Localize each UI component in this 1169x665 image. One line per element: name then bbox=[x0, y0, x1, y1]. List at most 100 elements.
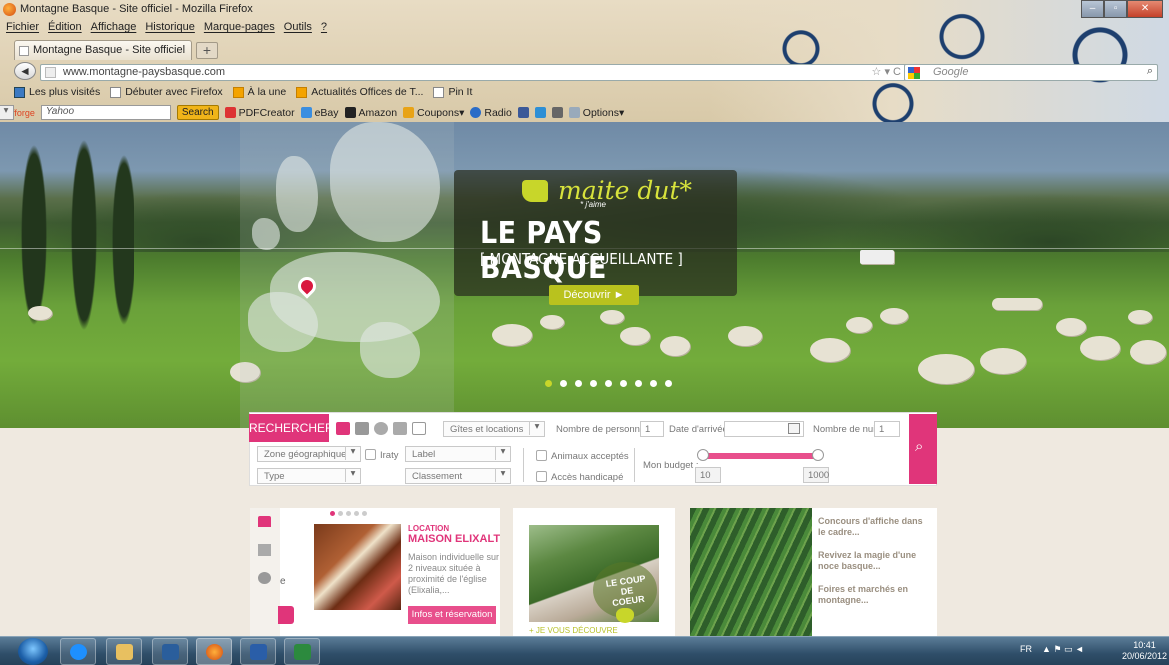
building-icon[interactable] bbox=[355, 422, 369, 435]
bookmark-actualites[interactable]: Actualités Offices de T... bbox=[296, 86, 423, 98]
slide-dot[interactable] bbox=[545, 380, 552, 387]
slide-dot[interactable] bbox=[575, 380, 582, 387]
url-bar[interactable]: www.montagne-paysbasque.com ☆ ▾ C bbox=[40, 64, 908, 81]
menu-bar: Fichier Édition Affichage Historique Mar… bbox=[0, 21, 327, 37]
ebay-item[interactable]: eBay bbox=[300, 107, 339, 119]
radio-item[interactable]: Radio bbox=[470, 107, 512, 119]
taskbar-media[interactable] bbox=[152, 638, 188, 665]
search-icon[interactable]: ⌕ bbox=[1147, 65, 1153, 78]
news-item[interactable]: Foires et marchés en montagne... bbox=[818, 584, 930, 606]
web-page: maite dut* * j'aime LE PAYS BASQUE [ MON… bbox=[0, 122, 1169, 636]
calendar-icon[interactable] bbox=[412, 422, 426, 435]
classement-select[interactable]: Classement bbox=[405, 468, 511, 484]
bookmark-a-la-une[interactable]: À la une bbox=[232, 86, 286, 98]
bookmark-debuter-firefox[interactable]: Débuter avec Firefox bbox=[110, 86, 223, 98]
taskbar-excel[interactable] bbox=[284, 638, 320, 665]
search-bar[interactable]: Google ⌕ bbox=[904, 64, 1158, 81]
label-select[interactable]: Label bbox=[405, 446, 511, 462]
taskbar-explorer[interactable] bbox=[106, 638, 142, 665]
menu-affichage[interactable]: Affichage bbox=[91, 21, 137, 37]
yahoo-search-button[interactable]: Search bbox=[176, 105, 219, 120]
bookmark-plus-visites[interactable]: Les plus visités bbox=[14, 86, 100, 98]
tools-icon[interactable] bbox=[393, 422, 407, 435]
budget-min-value[interactable]: 10 bbox=[695, 467, 721, 483]
language-indicator[interactable]: FR bbox=[1020, 644, 1032, 655]
tray-icons[interactable]: ▲ ⚑ ▭ ◄ bbox=[1042, 644, 1084, 655]
coupons-item[interactable]: Coupons▾ bbox=[403, 107, 464, 119]
menu-outils[interactable]: Outils bbox=[284, 21, 312, 37]
taskbar-firefox[interactable] bbox=[196, 638, 232, 665]
back-button[interactable]: ◄ bbox=[14, 62, 36, 80]
persons-input[interactable]: 1 bbox=[640, 421, 664, 437]
yahoo-dropdown[interactable] bbox=[0, 105, 14, 120]
budget-max-handle[interactable] bbox=[812, 449, 824, 461]
building-icon[interactable] bbox=[258, 544, 271, 556]
facebook-icon[interactable] bbox=[517, 107, 529, 118]
menu-fichier[interactable]: Fichier bbox=[6, 21, 39, 37]
close-button[interactable]: ✕ bbox=[1127, 0, 1163, 18]
bookmark-pin-it[interactable]: Pin It bbox=[433, 86, 472, 98]
iraty-checkbox[interactable] bbox=[365, 449, 376, 460]
new-tab-button[interactable]: + bbox=[196, 42, 218, 59]
vineyard-photo[interactable] bbox=[690, 508, 812, 636]
menu-help[interactable]: ? bbox=[321, 21, 327, 37]
news-item[interactable]: Concours d'affiche dans le cadre... bbox=[818, 516, 930, 538]
zone-select[interactable]: Zone géographique bbox=[257, 446, 361, 462]
slide-dots bbox=[545, 380, 672, 387]
calendar-icon[interactable] bbox=[788, 423, 800, 434]
slide-dot[interactable] bbox=[330, 511, 335, 516]
url-controls[interactable]: ☆ ▾ C bbox=[872, 65, 901, 78]
google-icon[interactable] bbox=[908, 67, 920, 79]
house-icon[interactable] bbox=[336, 422, 350, 435]
budget-min-handle[interactable] bbox=[697, 449, 709, 461]
slide-dot[interactable] bbox=[560, 380, 567, 387]
discover-button[interactable]: Découvrir ► bbox=[549, 285, 639, 305]
widget-icon[interactable] bbox=[551, 107, 563, 118]
budget-slider[interactable] bbox=[702, 453, 822, 459]
search-submit-button[interactable]: ⌕ bbox=[909, 414, 937, 484]
promo-tagline: maite dut* bbox=[558, 176, 693, 205]
minimize-button[interactable]: – bbox=[1081, 0, 1105, 18]
booking-button[interactable]: Infos et réservation bbox=[408, 606, 496, 624]
discover-link[interactable]: + JE VOUS DÉCOUVRE bbox=[529, 626, 618, 635]
slide-dot[interactable] bbox=[635, 380, 642, 387]
handicap-checkbox[interactable] bbox=[536, 471, 547, 482]
tab-montagne-basque[interactable]: Montagne Basque - Site officiel bbox=[14, 40, 192, 60]
slide-dot[interactable] bbox=[346, 511, 351, 516]
budget-max-value[interactable]: 1000 bbox=[803, 467, 829, 483]
hiker-icon[interactable] bbox=[374, 422, 388, 435]
slide-dot[interactable] bbox=[605, 380, 612, 387]
slide-dot[interactable] bbox=[620, 380, 627, 387]
house-photo[interactable] bbox=[314, 524, 401, 610]
pdfcreator-item[interactable]: PDFCreator bbox=[224, 107, 295, 119]
hiker-icon[interactable] bbox=[258, 572, 271, 584]
options-item[interactable]: Options▾ bbox=[568, 107, 624, 119]
taskbar-ie[interactable] bbox=[60, 638, 96, 665]
menu-marque-pages[interactable]: Marque-pages bbox=[204, 21, 275, 37]
clock[interactable]: 10:41 20/06/2012 bbox=[1122, 640, 1167, 662]
menu-edition[interactable]: Édition bbox=[48, 21, 82, 37]
card-title[interactable]: MAISON ELIXALTI bbox=[408, 533, 500, 545]
slide-dot[interactable] bbox=[362, 511, 367, 516]
house-icon[interactable] bbox=[258, 516, 271, 527]
slide-dot[interactable] bbox=[650, 380, 657, 387]
category-select[interactable]: Gîtes et locations bbox=[443, 421, 545, 437]
slide-dot[interactable] bbox=[590, 380, 597, 387]
menu-historique[interactable]: Historique bbox=[145, 21, 195, 37]
twitter-icon[interactable] bbox=[534, 107, 546, 118]
amazon-item[interactable]: Amazon bbox=[344, 107, 397, 119]
arrow-right-icon[interactable] bbox=[278, 606, 294, 624]
toolbar-item-label: Coupons▾ bbox=[417, 106, 465, 119]
news-item[interactable]: Revivez la magie d'une noce basque... bbox=[818, 550, 930, 572]
type-select[interactable]: Type bbox=[257, 468, 361, 484]
start-button[interactable] bbox=[18, 638, 48, 665]
taskbar-word[interactable] bbox=[240, 638, 276, 665]
slide-dot[interactable] bbox=[354, 511, 359, 516]
site-identity-icon[interactable] bbox=[45, 67, 56, 78]
slide-dot[interactable] bbox=[338, 511, 343, 516]
yahoo-search-input[interactable]: Yahoo bbox=[40, 105, 171, 120]
nights-input[interactable]: 1 bbox=[874, 421, 900, 437]
maximize-button[interactable]: ▫ bbox=[1104, 0, 1128, 18]
animals-checkbox[interactable] bbox=[536, 450, 547, 461]
slide-dot[interactable] bbox=[665, 380, 672, 387]
